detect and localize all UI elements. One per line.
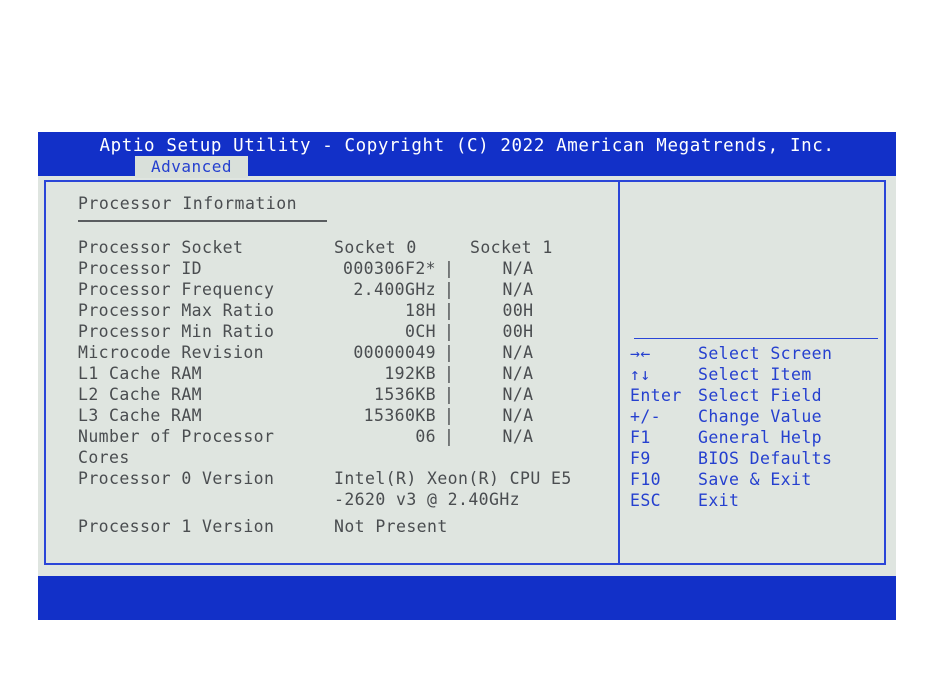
row-label: Processor 0 Version xyxy=(78,469,275,488)
help-action: Change Value xyxy=(698,407,823,426)
bios-screen: Aptio Setup Utility - Copyright (C) 2022… xyxy=(38,132,896,620)
row-value-socket1: N/A xyxy=(502,427,534,446)
help-key: ↑↓ xyxy=(630,365,651,384)
table-row: Processor 0 Version Intel(R) Xeon(R) CPU … xyxy=(46,469,618,490)
table-row: Processor ID 000306F2* | N/A xyxy=(46,259,618,280)
help-key: F10 xyxy=(630,470,662,489)
row-value-socket0: 18H xyxy=(404,301,436,320)
page-title: Processor Information xyxy=(78,194,298,213)
table-row-continuation: -2620 v3 @ 2.40GHz xyxy=(46,490,618,511)
row-label: Processor ID xyxy=(78,259,203,278)
table-row: L1 Cache RAM 192KB | N/A xyxy=(46,364,618,385)
help-action: Select Screen xyxy=(698,344,833,363)
value-separator: | xyxy=(444,364,454,383)
content-frame: Processor Information Processor Socket So… xyxy=(44,180,886,565)
row-value-socket1: N/A xyxy=(502,343,534,362)
row-value-socket1: N/A xyxy=(502,406,534,425)
table-row: Processor Max Ratio 18H | 00H xyxy=(46,301,618,322)
row-value-socket0: 06 xyxy=(415,427,436,446)
value-separator: | xyxy=(444,280,454,299)
row-value-socket0-continuation: -2620 v3 @ 2.40GHz xyxy=(334,490,521,509)
help-action: BIOS Defaults xyxy=(698,449,833,468)
table-row-continuation: Cores xyxy=(46,448,618,469)
value-separator: | xyxy=(444,301,454,320)
row-value-socket0: 0CH xyxy=(404,322,436,341)
row-value-socket1: N/A xyxy=(502,364,534,383)
row-label: L3 Cache RAM xyxy=(78,406,203,425)
help-key: →← xyxy=(630,344,651,363)
help-key: F1 xyxy=(630,428,651,447)
table-row: Processor 1 Version Not Present xyxy=(46,517,618,538)
menu-tab-strip: Advanced xyxy=(38,156,896,178)
row-label: Processor Socket xyxy=(78,238,244,257)
table-row: Microcode Revision 00000049 | N/A xyxy=(46,343,618,364)
row-value-socket0: 00000049 xyxy=(353,343,436,362)
value-separator: | xyxy=(444,259,454,278)
row-value-socket0: 1536KB xyxy=(373,385,436,404)
row-value-socket1: 00H xyxy=(502,301,534,320)
row-label: Processor Frequency xyxy=(78,280,275,299)
row-label: Processor Max Ratio xyxy=(78,301,275,320)
help-pane: →← Select Screen ↑↓ Select Item Enter Select … xyxy=(620,182,886,563)
row-value-socket0: Not Present xyxy=(334,517,448,536)
row-label: L1 Cache RAM xyxy=(78,364,203,383)
section-divider xyxy=(78,220,327,222)
row-value-socket1: N/A xyxy=(502,385,534,404)
value-separator: | xyxy=(444,322,454,341)
help-divider xyxy=(634,338,878,339)
row-value-socket1: N/A xyxy=(502,259,534,278)
row-value-socket0: Intel(R) Xeon(R) CPU E5 xyxy=(334,469,572,488)
row-label: Processor Min Ratio xyxy=(78,322,275,341)
table-row: Number of Processor 06 | N/A xyxy=(46,427,618,448)
row-label-continuation: Cores xyxy=(78,448,130,467)
value-separator: | xyxy=(444,385,454,404)
table-row: Processor Min Ratio 0CH | 00H xyxy=(46,322,618,343)
processor-information-pane: Processor Information Processor Socket So… xyxy=(46,182,618,563)
help-action: Exit xyxy=(698,491,740,510)
help-key: Enter xyxy=(630,386,682,405)
bios-title: Aptio Setup Utility - Copyright (C) 2022… xyxy=(99,136,835,156)
help-key: F9 xyxy=(630,449,651,468)
help-action: Save & Exit xyxy=(698,470,812,489)
table-row: L3 Cache RAM 15360KB | N/A xyxy=(46,406,618,427)
row-value-socket1: N/A xyxy=(502,280,534,299)
value-separator: | xyxy=(444,343,454,362)
help-key: +/- xyxy=(630,407,662,426)
help-action: Select Field xyxy=(698,386,823,405)
table-row: Processor Frequency 2.400GHz | N/A xyxy=(46,280,618,301)
row-label: Number of Processor xyxy=(78,427,275,446)
row-value-socket0: 192KB xyxy=(384,364,436,383)
row-value-socket1: 00H xyxy=(502,322,534,341)
table-row: Processor Socket Socket 0 Socket 1 xyxy=(46,238,618,259)
value-separator: | xyxy=(444,406,454,425)
footer-bar xyxy=(38,576,896,620)
column-header-socket1: Socket 1 xyxy=(470,238,553,257)
value-separator: | xyxy=(444,427,454,446)
help-action: General Help xyxy=(698,428,823,447)
row-label: Processor 1 Version xyxy=(78,517,275,536)
row-label: Microcode Revision xyxy=(78,343,265,362)
table-row: L2 Cache RAM 1536KB | N/A xyxy=(46,385,618,406)
column-header-socket0: Socket 0 xyxy=(334,238,417,257)
row-value-socket0: 000306F2* xyxy=(342,259,436,278)
row-value-socket0: 2.400GHz xyxy=(353,280,436,299)
tab-advanced[interactable]: Advanced xyxy=(135,156,249,178)
help-action: Select Item xyxy=(698,365,812,384)
row-label: L2 Cache RAM xyxy=(78,385,203,404)
help-key: ESC xyxy=(630,491,662,510)
row-value-socket0: 15360KB xyxy=(363,406,436,425)
